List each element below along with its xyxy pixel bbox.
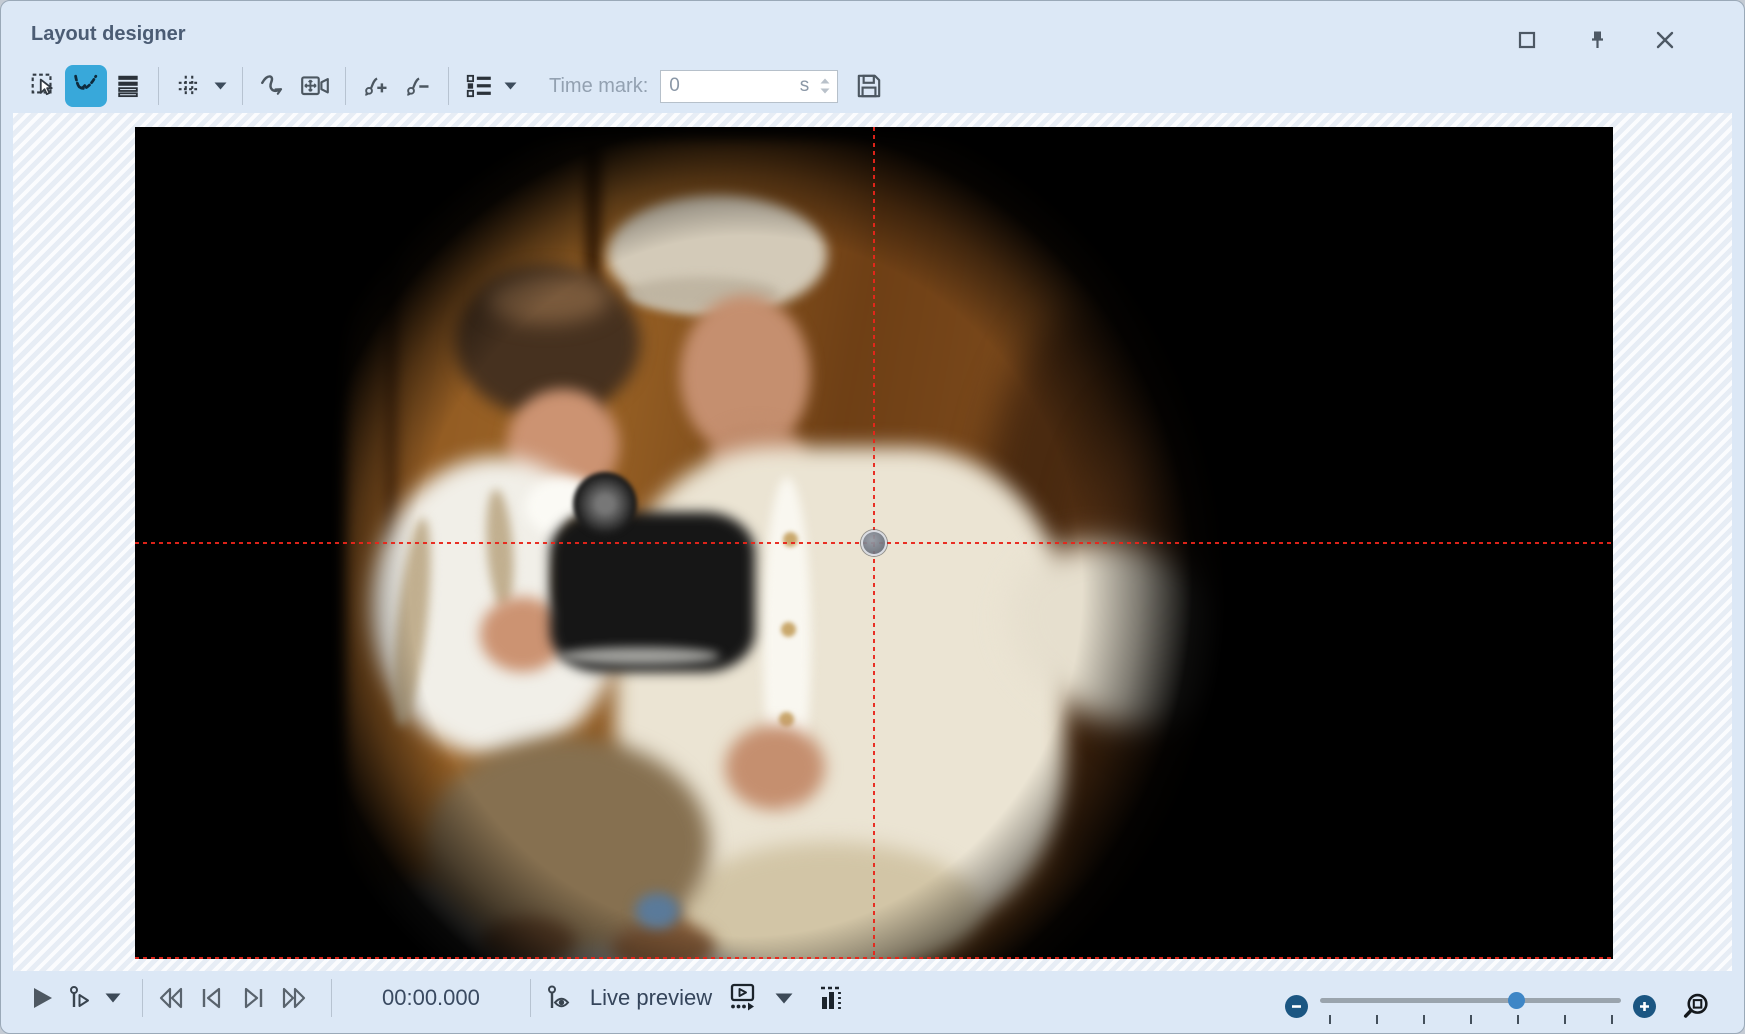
titlebar: Layout designer: [1, 1, 1744, 59]
remove-path-point-icon: [403, 72, 433, 100]
rewind-icon: [155, 983, 187, 1013]
zoom-slider-track[interactable]: [1320, 998, 1621, 1003]
slider-tick: [1329, 1015, 1331, 1024]
play-options-dropdown[interactable]: [105, 993, 121, 1003]
slider-tick: [1470, 1015, 1472, 1024]
motion-path-tool-button[interactable]: [65, 65, 107, 107]
object-list-dropdown[interactable]: [504, 82, 517, 90]
live-preview-toggle[interactable]: [543, 983, 575, 1013]
toolbar-separator: [242, 67, 243, 105]
window-title: Layout designer: [31, 23, 185, 46]
time-mark-input[interactable]: [669, 75, 800, 97]
zoom-slider[interactable]: [1320, 991, 1621, 1021]
preview-window-options-dropdown[interactable]: [775, 993, 793, 1004]
spinner-down-icon: [820, 88, 830, 94]
select-icon: [30, 72, 58, 100]
slider-tick: [1423, 1015, 1425, 1024]
time-mark-unit: s: [800, 75, 810, 97]
skip-to-end-icon: [237, 983, 269, 1013]
curve-icon: [258, 72, 288, 100]
remove-path-point-tool-button[interactable]: [397, 65, 439, 107]
layers-icon: [114, 72, 142, 100]
transport-bar: 00:00.000 Live preview: [1, 971, 1744, 1033]
magnifier-icon: [1682, 992, 1712, 1020]
layers-tool-button[interactable]: [107, 65, 149, 107]
spinner-up-icon: [820, 78, 830, 84]
object-list-tool-button[interactable]: [458, 65, 500, 107]
toolbar-separator: [158, 67, 159, 105]
play-from-marker-icon: [66, 983, 96, 1013]
slider-tick: [1517, 1015, 1519, 1024]
zoom-control: [1285, 991, 1712, 1021]
skip-to-end-button[interactable]: [237, 983, 269, 1013]
zoom-out-button[interactable]: [1285, 995, 1308, 1018]
zoom-in-button[interactable]: [1633, 995, 1656, 1018]
zoom-slider-thumb[interactable]: [1508, 992, 1525, 1009]
center-handle[interactable]: [861, 530, 887, 556]
grid-options-dropdown[interactable]: [214, 82, 227, 90]
chevron-down-icon: [214, 82, 227, 90]
selection-bottom-edge: [135, 957, 1613, 959]
pin-button[interactable]: [1584, 27, 1610, 53]
layout-canvas[interactable]: [135, 127, 1613, 959]
save-icon: [854, 71, 884, 101]
transport-separator: [331, 979, 332, 1017]
slider-tick: [1376, 1015, 1378, 1024]
transport-separator: [530, 979, 531, 1017]
object-statistics-button[interactable]: [818, 982, 846, 1014]
minus-icon: [1290, 1000, 1303, 1013]
skip-to-start-button[interactable]: [196, 983, 228, 1013]
save-time-mark-button[interactable]: [848, 65, 890, 107]
chevron-down-icon: [504, 82, 517, 90]
pin-icon: [1585, 28, 1609, 52]
time-mark-spinner[interactable]: [817, 78, 833, 94]
current-time: 00:00.000: [382, 985, 480, 1011]
motion-path-icon: [71, 71, 101, 101]
fast-forward-icon: [278, 983, 310, 1013]
time-mark-field[interactable]: s: [660, 70, 838, 103]
camera-pan-tool-button[interactable]: [294, 65, 336, 107]
add-path-point-tool-button[interactable]: [355, 65, 397, 107]
statistics-icon: [818, 982, 846, 1014]
chevron-down-icon: [105, 993, 121, 1003]
preview-window-icon: [724, 982, 758, 1014]
transport-separator: [142, 979, 143, 1017]
select-tool-button[interactable]: [23, 65, 65, 107]
play-icon: [27, 983, 57, 1013]
grid-tool-button[interactable]: [168, 65, 210, 107]
fast-forward-button[interactable]: [278, 983, 310, 1013]
toolbar: Time mark: s: [23, 59, 1744, 113]
slider-tick: [1564, 1015, 1566, 1024]
time-mark-label: Time mark:: [549, 75, 648, 98]
preview-window-button[interactable]: [724, 982, 758, 1014]
layout-designer-window: Layout designer: [0, 0, 1745, 1034]
rewind-button[interactable]: [155, 983, 187, 1013]
camera-pan-icon: [299, 72, 331, 100]
smooth-path-tool-button[interactable]: [252, 65, 294, 107]
play-button[interactable]: [27, 983, 57, 1013]
close-button[interactable]: [1652, 27, 1678, 53]
add-path-point-icon: [361, 72, 391, 100]
object-list-icon: [464, 72, 494, 100]
zoom-fit-button[interactable]: [1682, 992, 1712, 1020]
skip-to-start-icon: [196, 983, 228, 1013]
play-from-time-mark-button[interactable]: [66, 983, 96, 1013]
chevron-down-icon: [775, 993, 793, 1004]
maximize-button[interactable]: [1514, 27, 1540, 53]
toolbar-separator: [448, 67, 449, 105]
maximize-icon: [1518, 31, 1536, 49]
plus-icon: [1638, 1000, 1651, 1013]
designer-viewport: [13, 113, 1732, 971]
grid-icon: [175, 72, 203, 100]
live-preview-label: Live preview: [590, 985, 712, 1011]
live-preview-icon: [543, 983, 575, 1013]
toolbar-separator: [345, 67, 346, 105]
slider-tick: [1611, 1015, 1613, 1024]
close-icon: [1655, 30, 1675, 50]
